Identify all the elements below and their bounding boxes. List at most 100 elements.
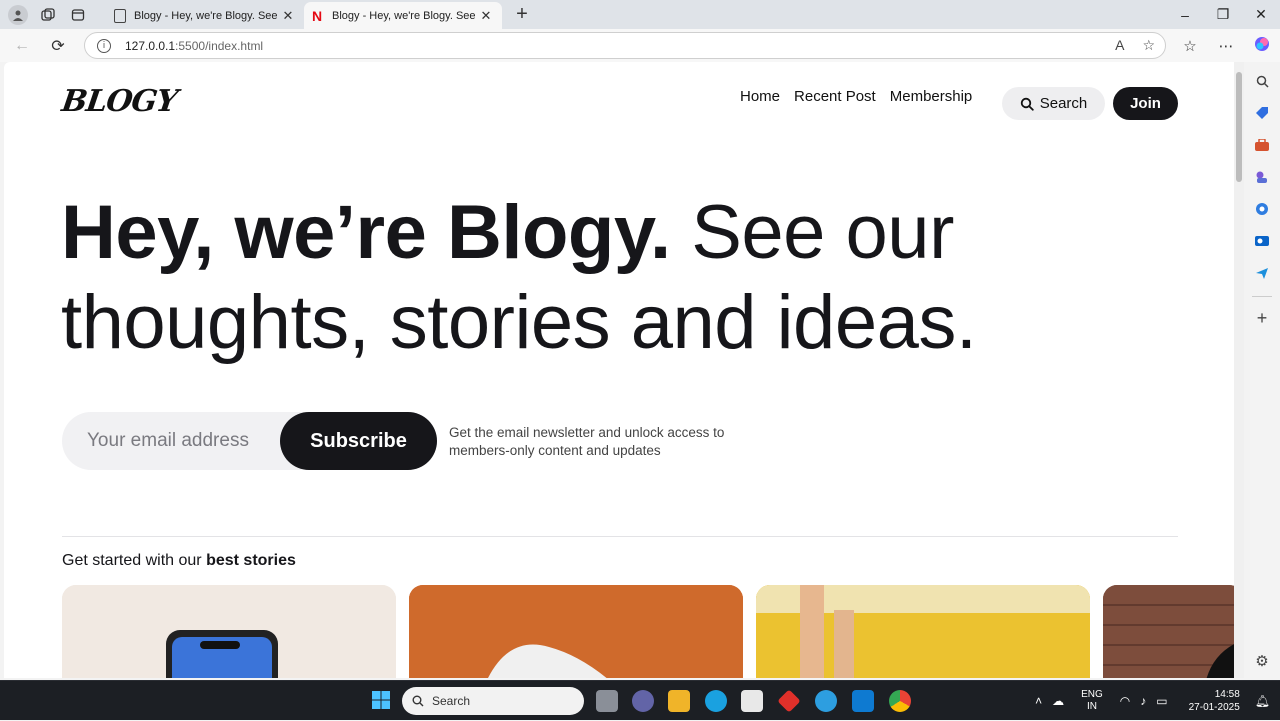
stories-heading-emphasis: best stories (206, 552, 296, 569)
wifi-icon[interactable]: ◠ (1120, 694, 1130, 708)
newsletter-form: Your email address Subscribe (62, 412, 437, 470)
site-info-icon[interactable]: i (97, 38, 111, 53)
search-icon (412, 695, 424, 707)
phone-image (62, 585, 396, 678)
search-button-label: Search (1039, 95, 1088, 112)
tab-actions-icon[interactable] (68, 5, 88, 25)
browser-tab-2[interactable]: N Blogy - Hey, we're Blogy. See our ✕ (304, 2, 502, 29)
nav-recent-post[interactable]: Recent Post (794, 88, 876, 105)
story-card[interactable] (1103, 585, 1234, 678)
brick-wall-image (1103, 585, 1234, 678)
windows-taskbar: Search ˄ ☁ ENG IN ◠ ♪ ▭ 14:58 27-01-2025… (0, 680, 1280, 720)
workspaces-icon[interactable] (38, 5, 58, 25)
read-aloud-icon[interactable]: A (1115, 37, 1124, 54)
shopping-tag-icon[interactable] (1251, 102, 1273, 124)
url-text: 127.0.0.1:5500/index.html (125, 39, 263, 53)
newsletter-note: Get the email newsletter and unlock acce… (449, 425, 725, 458)
section-divider (62, 536, 1178, 537)
taskbar-search-input[interactable]: Search (402, 687, 584, 715)
system-tray: ˄ ☁ ENG IN ◠ ♪ ▭ 14:58 27-01-2025 🔔︎ (1030, 681, 1280, 721)
stories-heading: Get started with our best stories (62, 552, 296, 570)
favorites-icon[interactable]: ☆ (1172, 37, 1208, 55)
search-button[interactable]: Search (1002, 87, 1105, 120)
tab-title: Blogy - Hey, we're Blogy. See our (134, 9, 280, 22)
story-card[interactable] (756, 585, 1090, 678)
minimize-icon[interactable]: – (1166, 0, 1204, 29)
page-icon (114, 8, 126, 23)
tools-briefcase-icon[interactable] (1251, 134, 1273, 156)
join-button[interactable]: Join (1113, 87, 1178, 120)
back-icon[interactable]: ← (4, 31, 40, 61)
interior-image (756, 585, 1090, 678)
browser-tab-1[interactable]: Blogy - Hey, we're Blogy. See our ✕ (106, 2, 304, 29)
app-diamond-icon[interactable] (777, 689, 801, 713)
toolbar-right-actions: ☆ ⋯ (1172, 29, 1280, 62)
primary-nav: Home Recent Post Membership (740, 88, 972, 105)
time: 14:58 (1214, 689, 1240, 700)
profile-icon[interactable] (8, 4, 28, 25)
outlook-icon[interactable] (1251, 230, 1273, 252)
scrollbar-thumb[interactable] (1236, 72, 1242, 182)
windows-start-icon[interactable] (371, 690, 393, 712)
region-code: IN (1086, 701, 1097, 712)
input-language[interactable]: ENG IN (1081, 689, 1103, 713)
sneaker-image (409, 585, 743, 678)
hero-heading-bold: Hey, we’re Blogy. (61, 190, 671, 275)
maximize-icon[interactable]: ❐ (1204, 0, 1242, 29)
close-tab-icon[interactable]: ✕ (478, 8, 494, 24)
tab-title: Blogy - Hey, we're Blogy. See our (332, 9, 478, 22)
copilot-icon[interactable] (1244, 35, 1280, 57)
address-toolbar: ← ⟳ i 127.0.0.1:5500/index.html A ☆ ☆ ⋯ (0, 29, 1280, 62)
settings-gear-icon[interactable]: ⚙ (1251, 650, 1273, 672)
language-code: ENG (1081, 689, 1103, 700)
microsoft-365-icon[interactable] (1251, 198, 1273, 220)
new-tab-icon[interactable]: + (508, 3, 536, 26)
tab-strip-left-icons (0, 4, 106, 25)
subscribe-button[interactable]: Subscribe (280, 412, 437, 470)
task-view-icon[interactable] (596, 690, 618, 712)
close-window-icon[interactable]: ✕ (1242, 0, 1280, 29)
refresh-icon[interactable]: ⟳ (40, 31, 76, 61)
microsoft-store-icon[interactable] (741, 690, 763, 712)
chrome-icon[interactable] (889, 690, 911, 712)
search-icon (1020, 97, 1034, 111)
edge-browser-icon[interactable] (705, 690, 727, 712)
nav-home[interactable]: Home (740, 88, 780, 105)
send-icon[interactable] (1251, 262, 1273, 284)
netflix-n-icon: N (312, 7, 323, 24)
hero-heading: Hey, we’re Blogy. See our thoughts, stor… (61, 188, 1161, 368)
teams-chat-icon[interactable] (632, 690, 654, 712)
battery-icon[interactable]: ▭ (1156, 694, 1167, 708)
volume-icon[interactable]: ♪ (1140, 694, 1146, 708)
favorite-star-icon[interactable]: ☆ (1142, 37, 1155, 54)
more-options-icon[interactable]: ⋯ (1208, 37, 1244, 55)
show-hidden-icons-icon[interactable]: ˄ (1035, 694, 1042, 708)
search-icon[interactable] (1251, 70, 1273, 92)
weather-app-icon[interactable] (815, 690, 837, 712)
story-card[interactable] (409, 585, 743, 678)
sidebar-divider (1252, 296, 1272, 297)
close-tab-icon[interactable]: ✕ (280, 8, 296, 24)
vscode-icon[interactable] (852, 690, 874, 712)
clock[interactable]: 14:58 27-01-2025 (1189, 688, 1240, 714)
window-controls: – ❐ ✕ (1166, 0, 1280, 29)
add-icon[interactable]: + (1251, 307, 1273, 329)
games-icon[interactable] (1251, 166, 1273, 188)
date: 27-01-2025 (1188, 702, 1240, 713)
site-logo[interactable]: BLOGY (60, 84, 180, 119)
onedrive-icon[interactable]: ☁ (1052, 694, 1064, 708)
url-path: :5500/index.html (175, 38, 264, 53)
stories-heading-prefix: Get started with our (62, 552, 202, 569)
taskbar-search-placeholder: Search (432, 694, 471, 708)
page-scrollbar[interactable] (1234, 62, 1244, 678)
address-bar-actions: A ☆ (1115, 37, 1155, 54)
notifications-bell-icon[interactable]: 🔔︎ (1255, 694, 1270, 708)
story-card[interactable] (62, 585, 396, 678)
web-page: BLOGY Home Recent Post Membership Search… (4, 62, 1234, 678)
address-bar[interactable]: i 127.0.0.1:5500/index.html A ☆ (84, 32, 1166, 59)
browser-tab-strip: Blogy - Hey, we're Blogy. See our ✕ N Bl… (0, 0, 1280, 29)
edge-sidebar: + ⚙ (1244, 62, 1280, 678)
file-explorer-icon[interactable] (668, 690, 690, 712)
nav-membership[interactable]: Membership (890, 88, 973, 105)
email-input[interactable]: Your email address (87, 430, 249, 452)
